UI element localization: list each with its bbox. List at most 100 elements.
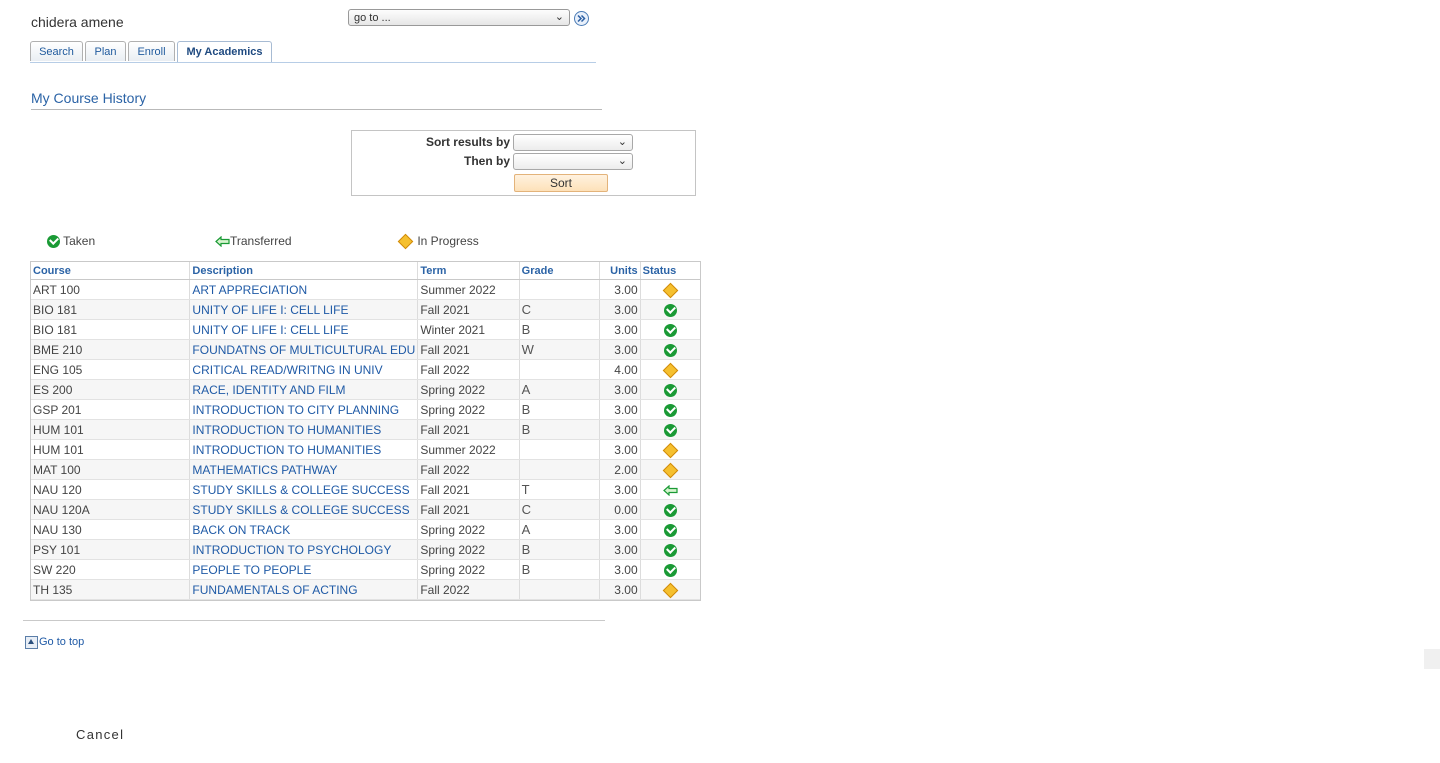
term-cell: Winter 2021	[417, 319, 520, 340]
goto-select[interactable]: go to ... ⌄	[348, 9, 570, 26]
status-cell	[640, 439, 700, 460]
course-cell: ART 100	[31, 279, 191, 300]
description-link[interactable]: INTRODUCTION TO HUMANITIES	[189, 439, 419, 460]
units-cell: 3.00	[599, 319, 641, 340]
check-circle-icon	[663, 543, 677, 557]
grade-cell	[519, 439, 601, 460]
course-cell: NAU 120A	[31, 499, 191, 520]
column-header-grade[interactable]: Grade	[519, 262, 601, 280]
table-row: MAT 100 MATHEMATICS PATHWAY Fall 2022 2.00	[31, 459, 700, 480]
tab-enroll[interactable]: Enroll	[128, 41, 175, 61]
description-link[interactable]: BACK ON TRACK	[189, 519, 419, 540]
units-cell: 3.00	[599, 539, 641, 560]
units-cell: 3.00	[599, 399, 641, 420]
description-link[interactable]: INTRODUCTION TO CITY PLANNING	[189, 399, 419, 420]
side-scroll-handle[interactable]	[1424, 649, 1440, 669]
table-row: ART 100 ART APPRECIATION Summer 2022 3.00	[31, 279, 700, 300]
table-row: HUM 101 INTRODUCTION TO HUMANITIES Summer …	[31, 439, 700, 460]
table-row: BIO 181 UNITY OF LIFE I: CELL LIFE Fall 20…	[31, 299, 700, 320]
grade-cell	[519, 359, 601, 380]
term-cell: Fall 2021	[417, 419, 520, 440]
term-cell: Spring 2022	[417, 399, 520, 420]
status-cell	[640, 339, 700, 360]
table-row: NAU 120 STUDY SKILLS & COLLEGE SUCCESS Fal…	[31, 479, 700, 500]
column-header-status[interactable]: Status	[640, 262, 700, 280]
column-header-description[interactable]: Description	[189, 262, 419, 280]
table-row: PSY 101 INTRODUCTION TO PSYCHOLOGY Spring …	[31, 539, 700, 560]
table-row: BME 210 FOUNDATNS OF MULTICULTURAL EDU Fal…	[31, 339, 700, 360]
column-header-term[interactable]: Term	[417, 262, 520, 280]
description-link[interactable]: STUDY SKILLS & COLLEGE SUCCESS	[189, 499, 419, 520]
goto-button[interactable]	[574, 11, 589, 26]
term-cell: Fall 2022	[417, 459, 520, 480]
legend-transferred-label: Transferred	[230, 234, 292, 248]
chevron-down-icon: ⌄	[554, 11, 564, 23]
status-cell	[640, 499, 700, 520]
arrow-up-icon	[25, 636, 38, 649]
course-cell: ENG 105	[31, 359, 191, 380]
tab-search[interactable]: Search	[30, 41, 83, 61]
units-cell: 3.00	[599, 379, 641, 400]
column-header-units[interactable]: Units	[599, 262, 641, 280]
description-link[interactable]: UNITY OF LIFE I: CELL LIFE	[189, 299, 419, 320]
title-divider	[31, 109, 602, 110]
status-cell	[640, 279, 700, 300]
table-row: NAU 130 BACK ON TRACK Spring 2022 A 3.00	[31, 519, 700, 540]
description-link[interactable]: ART APPRECIATION	[189, 279, 419, 300]
description-link[interactable]: RACE, IDENTITY AND FILM	[189, 379, 419, 400]
tab-my-academics[interactable]: My Academics	[177, 41, 272, 62]
status-cell	[640, 539, 700, 560]
description-link[interactable]: PEOPLE TO PEOPLE	[189, 559, 419, 580]
description-link[interactable]: MATHEMATICS PATHWAY	[189, 459, 419, 480]
description-link[interactable]: CRITICAL READ/WRITNG IN UNIV	[189, 359, 419, 380]
table-row: ENG 105 CRITICAL READ/WRITNG IN UNIV Fall …	[31, 359, 700, 380]
check-circle-icon	[663, 303, 677, 317]
student-name: chidera amene	[31, 14, 124, 30]
units-cell: 3.00	[599, 339, 641, 360]
then-by-select[interactable]: ⌄	[513, 153, 633, 170]
grade-cell: T	[519, 479, 601, 500]
table-row: NAU 120A STUDY SKILLS & COLLEGE SUCCESS Fa…	[31, 499, 700, 520]
diamond-icon	[662, 442, 679, 459]
status-cell	[640, 579, 700, 600]
go-to-top-link[interactable]: Go to top	[25, 636, 84, 649]
grade-cell: B	[519, 399, 601, 420]
units-cell: 3.00	[599, 279, 641, 300]
sort-panel: Sort results by ⌄ Then by ⌄ Sort	[351, 130, 696, 196]
grade-cell: A	[519, 519, 601, 540]
grade-cell: B	[519, 559, 601, 580]
course-history-table: Course Description Term Grade Units Stat…	[30, 261, 701, 601]
cancel-button[interactable]: Cancel	[76, 727, 124, 742]
description-link[interactable]: STUDY SKILLS & COLLEGE SUCCESS	[189, 479, 419, 500]
status-cell	[640, 399, 700, 420]
status-cell	[640, 559, 700, 580]
sort-button[interactable]: Sort	[514, 174, 608, 192]
description-link[interactable]: INTRODUCTION TO HUMANITIES	[189, 419, 419, 440]
description-link[interactable]: INTRODUCTION TO PSYCHOLOGY	[189, 539, 419, 560]
term-cell: Fall 2022	[417, 579, 520, 600]
table-row: ES 200 RACE, IDENTITY AND FILM Spring 2022…	[31, 379, 700, 400]
term-cell: Spring 2022	[417, 519, 520, 540]
status-cell	[640, 519, 700, 540]
sort-results-select[interactable]: ⌄	[513, 134, 633, 151]
units-cell: 3.00	[599, 439, 641, 460]
units-cell: 3.00	[599, 579, 641, 600]
check-circle-icon	[663, 323, 677, 337]
term-cell: Fall 2021	[417, 339, 520, 360]
tab-plan[interactable]: Plan	[85, 41, 126, 61]
grade-cell: B	[519, 539, 601, 560]
term-cell: Spring 2022	[417, 559, 520, 580]
double-chevron-right-icon	[577, 14, 586, 23]
column-header-course[interactable]: Course	[31, 262, 191, 280]
table-row: GSP 201 INTRODUCTION TO CITY PLANNING Spri…	[31, 399, 700, 420]
course-cell: PSY 101	[31, 539, 191, 560]
arrow-left-icon	[215, 236, 230, 248]
description-link[interactable]: FOUNDATNS OF MULTICULTURAL EDU	[189, 339, 419, 360]
description-link[interactable]: UNITY OF LIFE I: CELL LIFE	[189, 319, 419, 340]
grade-cell	[519, 279, 601, 300]
units-cell: 3.00	[599, 479, 641, 500]
table-row: HUM 101 INTRODUCTION TO HUMANITIES Fall 20…	[31, 419, 700, 440]
grade-cell: B	[519, 319, 601, 340]
description-link[interactable]: FUNDAMENTALS OF ACTING	[189, 579, 419, 600]
term-cell: Spring 2022	[417, 539, 520, 560]
